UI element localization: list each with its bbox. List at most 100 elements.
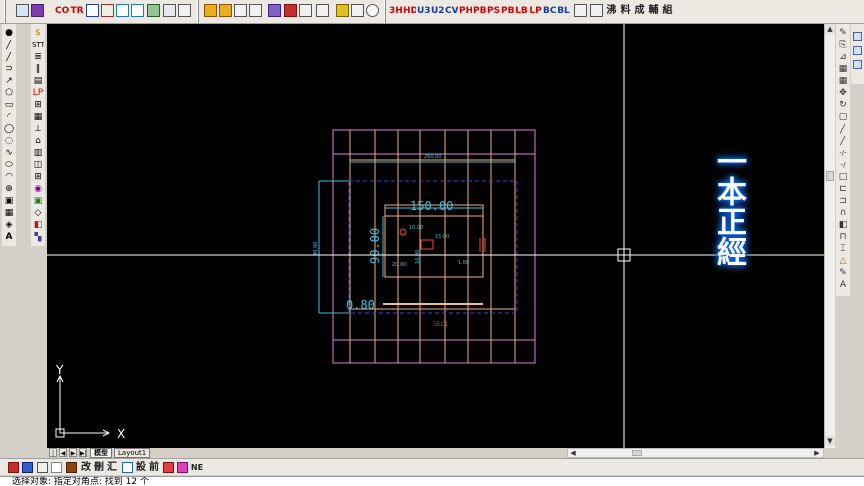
layer-icon[interactable] [234, 4, 247, 17]
roof-icon[interactable]: ⌂ [32, 136, 44, 147]
stretch-icon[interactable]: ╱ [837, 124, 849, 135]
polyline-icon[interactable]: ⊃ [3, 64, 15, 75]
spline-icon[interactable]: ∿ [3, 148, 15, 159]
bc-button[interactable]: BC [543, 3, 556, 19]
cut-icon[interactable] [116, 4, 129, 17]
edit-block-icon[interactable]: ⊓ [837, 232, 849, 243]
scroll-right-icon[interactable]: ▶ [812, 449, 822, 457]
toolbar-grip[interactable] [384, 0, 386, 23]
fill-icon[interactable]: ▣ [32, 196, 44, 207]
layer-state-icon[interactable] [22, 462, 33, 473]
copy-object-icon[interactable]: ⎘ [837, 40, 849, 51]
chamfer-icon[interactable]: ⊐ [837, 196, 849, 207]
sha-button[interactable]: 沸 [605, 3, 618, 19]
copy-icon[interactable] [131, 4, 144, 17]
drawing-canvas[interactable]: 260.00 150.00 90.00 90.00 0.80 10.00 15.… [47, 24, 824, 448]
last-tab-icon[interactable]: ▶| [79, 448, 87, 457]
fillet-icon[interactable]: ∩ [837, 208, 849, 219]
point-icon[interactable]: ● [3, 28, 15, 39]
layer-manager-icon[interactable] [37, 462, 48, 473]
scroll-up-icon[interactable]: ▲ [825, 24, 835, 34]
toolbar-grip[interactable] [4, 0, 6, 23]
diamond-icon[interactable]: ◇ [32, 208, 44, 219]
text-style-icon[interactable]: A [837, 280, 849, 291]
magenta-tool-icon[interactable] [177, 462, 188, 473]
toolbar-grip[interactable] [197, 0, 199, 23]
text-icon[interactable]: A [3, 232, 15, 243]
move-icon[interactable]: ✥ [837, 88, 849, 99]
revcloud-icon[interactable]: ◌ [3, 136, 15, 147]
hatch-icon[interactable]: ▦ [3, 208, 15, 219]
stt-icon[interactable]: STT [32, 40, 44, 51]
array-icon[interactable]: ▦ [837, 76, 849, 87]
print-icon[interactable] [101, 4, 114, 17]
prev-tab-icon[interactable]: ◀ [59, 448, 67, 457]
mirror-icon[interactable]: ⊿ [837, 52, 849, 63]
modify-text-button[interactable]: 改 [80, 461, 92, 474]
column-icon[interactable]: ‖ [32, 64, 44, 75]
view-icon[interactable] [853, 46, 862, 55]
delete-text-button[interactable]: 刪 [93, 461, 105, 474]
fu-button[interactable]: 輔 [647, 3, 660, 19]
view-icon[interactable] [853, 32, 862, 41]
lp-icon[interactable]: LP [32, 88, 44, 99]
u3-button[interactable]: U3 [417, 3, 430, 19]
frame-icon[interactable]: ⊞ [32, 100, 44, 111]
panel-icon[interactable]: ▥ [32, 148, 44, 159]
front-button[interactable]: 前 [148, 461, 160, 474]
brush-icon[interactable] [66, 462, 77, 473]
red-tool-icon[interactable] [163, 462, 174, 473]
region-icon[interactable]: ◈ [3, 220, 15, 231]
hd-button[interactable]: HD [403, 3, 416, 19]
polygon-icon[interactable]: ⬠ [3, 88, 15, 99]
liao-button[interactable]: 料 [619, 3, 632, 19]
offset-icon[interactable]: ▦ [837, 64, 849, 75]
scroll-left-icon[interactable]: ◀ [568, 449, 578, 457]
ps-button[interactable]: PS [487, 3, 500, 19]
co-button[interactable]: CO [55, 3, 69, 19]
pm-icon[interactable] [590, 4, 603, 17]
beam-icon[interactable]: ⊥ [32, 124, 44, 135]
break-at-point-icon[interactable]: □ [837, 172, 849, 183]
line-icon[interactable]: ╱ [3, 40, 15, 51]
zoom-icon[interactable] [219, 4, 232, 17]
next-tab-icon[interactable]: ▶ [69, 448, 77, 457]
paste-icon[interactable] [147, 4, 160, 17]
save-icon[interactable] [86, 4, 99, 17]
hatch-tool-icon[interactable]: ▚ [32, 232, 44, 243]
grid-tool-icon[interactable]: ⊞ [32, 172, 44, 183]
help-icon[interactable] [351, 4, 364, 17]
ray-icon[interactable]: ↗ [3, 76, 15, 87]
xline-icon[interactable]: ╱ [3, 52, 15, 63]
new-file-icon[interactable] [16, 4, 29, 17]
ellipse-icon[interactable]: ⬭ [3, 160, 15, 171]
insert-block-icon[interactable]: ⊕ [3, 184, 15, 195]
scale-icon[interactable]: ▢ [837, 112, 849, 123]
scroll-down-icon[interactable]: ▼ [825, 436, 835, 446]
join-icon[interactable]: ⊏ [837, 184, 849, 195]
3h-button[interactable]: 3H [389, 3, 402, 19]
u2-button[interactable]: U2 [431, 3, 444, 19]
wall-icon[interactable]: ▦ [32, 112, 44, 123]
zu-button[interactable]: 組 [661, 3, 674, 19]
window-icon[interactable]: ◫ [32, 160, 44, 171]
trim-icon[interactable]: ╱ [837, 136, 849, 147]
view-icon[interactable] [853, 60, 862, 69]
collect-button[interactable]: 汇 [106, 461, 118, 474]
vertical-scrollbar[interactable]: ▲ ▼ [824, 24, 835, 448]
match-icon[interactable] [163, 4, 176, 17]
lock-icon[interactable] [51, 462, 62, 473]
window-tool-icon[interactable] [122, 462, 133, 473]
split-icon[interactable]: ◧ [32, 220, 44, 231]
color-icon[interactable] [268, 4, 281, 17]
image-icon[interactable] [299, 4, 312, 17]
extend-icon[interactable]: -/- [837, 148, 849, 159]
custom-tool-1-icon[interactable]: $ [32, 28, 44, 39]
layer-color-icon[interactable] [8, 462, 19, 473]
cv-button[interactable]: CV [445, 3, 458, 19]
bl-button[interactable]: BL [557, 3, 570, 19]
tr-button[interactable]: TR [70, 3, 84, 19]
lb-button[interactable]: LB [515, 3, 528, 19]
text-edit-icon[interactable]: ✎ [837, 268, 849, 279]
horizontal-scrollbar[interactable]: ◀ ▶ [567, 448, 824, 458]
